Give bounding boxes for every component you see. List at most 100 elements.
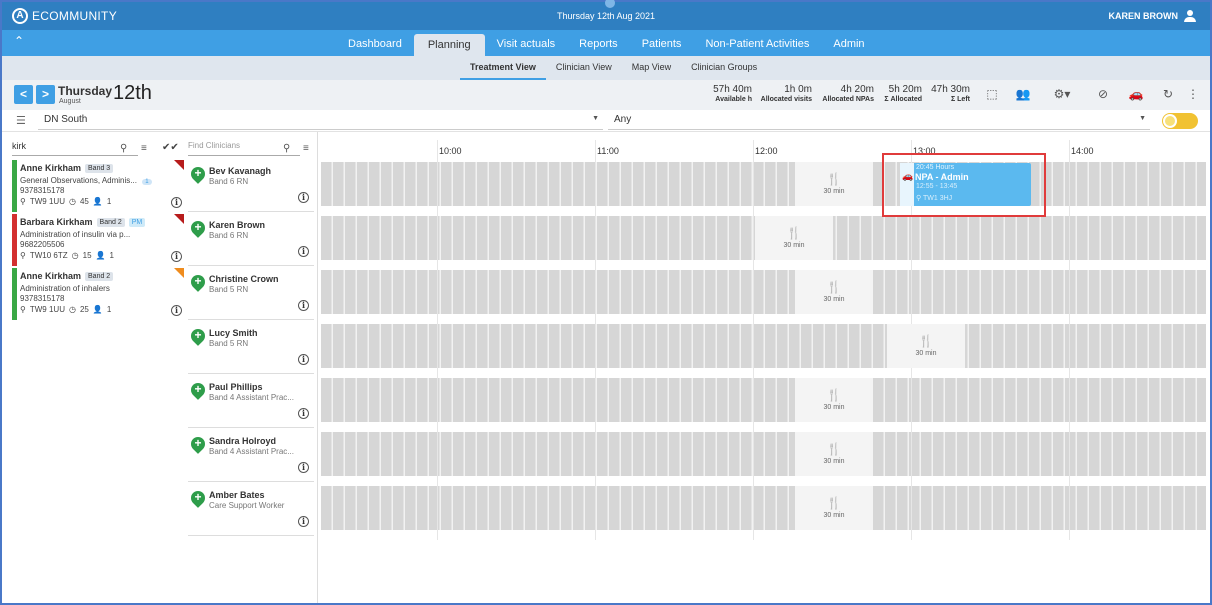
hour-gridline	[1069, 140, 1070, 540]
lunch-break[interactable]: 🍴 30 min	[795, 270, 873, 314]
cutlery-icon: 🍴	[826, 442, 842, 456]
clinician-row[interactable]: + Lucy Smith Band 5 RN i	[188, 320, 314, 374]
break-duration: 30 min	[823, 188, 845, 195]
user-name: KAREN BROWN	[1108, 11, 1179, 21]
patient-name: Anne Kirkham	[20, 271, 82, 281]
tab-dashboard[interactable]: Dashboard	[336, 30, 414, 56]
chevron-down-icon: ▼	[1139, 115, 1146, 122]
tab-patients[interactable]: Patients	[630, 30, 694, 56]
subtab-treatment-view[interactable]: Treatment View	[460, 56, 546, 80]
people-icon[interactable]: 👥	[1015, 86, 1031, 102]
time-label: 14:00	[1071, 146, 1094, 156]
hide-visibility-icon[interactable]: ⊘	[1095, 86, 1111, 102]
info-icon[interactable]: i	[298, 516, 309, 527]
patient-treatment: Administration of inhalers	[20, 284, 110, 293]
schedule-lane[interactable]	[321, 486, 1206, 530]
lunch-break[interactable]: 🍴 30 min	[795, 378, 873, 422]
clinician-name: Sandra Holroyd	[209, 436, 277, 446]
schedule-lane[interactable]	[321, 270, 1206, 314]
sort-icon[interactable]: ≡	[141, 143, 147, 154]
filter-bar: ☰ DN South ▼ Any ▼	[2, 110, 1210, 132]
lunch-break[interactable]: 🍴 30 min	[795, 486, 873, 530]
collapse-icon[interactable]: ⌃	[14, 34, 24, 48]
search-icon[interactable]: ⚲	[120, 143, 127, 154]
select-all-icon[interactable]: ✔✔	[162, 142, 179, 153]
area-select[interactable]: DN South ▼	[38, 112, 603, 130]
info-icon[interactable]: i	[298, 408, 309, 419]
info-icon[interactable]: i	[298, 192, 309, 203]
sort-icon[interactable]: ≡	[303, 143, 309, 154]
stat-total-left: 47h 30m Σ Left	[931, 84, 970, 103]
patient-treatment: Administration of insulin via p...	[20, 230, 131, 239]
person-icon: 👤	[95, 251, 106, 260]
cutlery-icon: 🍴	[918, 334, 934, 348]
schedule-lane[interactable]	[321, 162, 1206, 206]
secondary-select[interactable]: Any ▼	[608, 112, 1150, 130]
nhs-number: 9378315178	[20, 186, 65, 195]
info-icon[interactable]: i	[171, 197, 182, 208]
cutlery-icon: 🍴	[826, 496, 842, 510]
more-options-icon[interactable]: ⋮	[1185, 86, 1201, 102]
car-icon[interactable]: 🚗	[1128, 86, 1144, 102]
info-icon[interactable]: i	[171, 251, 182, 262]
clock-icon: ◷	[68, 197, 76, 206]
patient-card[interactable]: Anne Kirkham Band 3 General Observations…	[12, 160, 184, 212]
patient-name: Barbara Kirkham	[20, 217, 93, 227]
clinician-row[interactable]: + Bev Kavanagh Band 6 RN i	[188, 158, 314, 212]
user-menu[interactable]: KAREN BROWN	[1108, 10, 1196, 22]
subtab-clinician-view[interactable]: Clinician View	[546, 56, 622, 80]
info-icon[interactable]: i	[298, 354, 309, 365]
tab-visit-actuals[interactable]: Visit actuals	[485, 30, 568, 56]
info-icon[interactable]: i	[298, 300, 309, 311]
clinician-row[interactable]: + Karen Brown Band 6 RN i	[188, 212, 314, 266]
info-icon[interactable]: i	[298, 246, 309, 257]
schedule-lane[interactable]	[321, 432, 1206, 476]
settings-dropdown-icon[interactable]: ⚙▾	[1048, 86, 1076, 102]
lunch-break[interactable]: 🍴 30 min	[887, 324, 965, 368]
clinician-name: Paul Phillips	[209, 382, 263, 392]
tab-admin[interactable]: Admin	[821, 30, 876, 56]
lunch-break[interactable]: 🍴 30 min	[795, 432, 873, 476]
area-select-value: DN South	[44, 114, 88, 125]
duration: 15	[82, 251, 92, 260]
info-icon[interactable]: i	[298, 462, 309, 473]
column-divider	[317, 132, 318, 603]
info-icon[interactable]: i	[171, 305, 182, 316]
schedule-lane[interactable]	[321, 378, 1206, 422]
priority-flag-icon	[174, 268, 184, 278]
patient-card[interactable]: Anne Kirkham Band 2 Administration of in…	[12, 268, 184, 320]
subtab-clinician-groups[interactable]: Clinician Groups	[681, 56, 767, 80]
search-icon[interactable]: ⚲	[283, 143, 290, 154]
clinician-row[interactable]: + Sandra Holroyd Band 4 Assistant Prac..…	[188, 428, 314, 482]
day-name: Thursday	[58, 84, 113, 98]
tab-planning[interactable]: Planning	[413, 34, 485, 56]
subtab-map-view[interactable]: Map View	[622, 56, 681, 80]
highlight-box	[882, 153, 1046, 217]
next-day-button[interactable]: >	[36, 85, 55, 104]
lunch-break[interactable]: 🍴 30 min	[795, 162, 873, 206]
priority-flag-icon	[174, 214, 184, 224]
clinician-name: Christine Crown	[209, 274, 279, 284]
duration: 45	[79, 197, 89, 206]
pm-badge: PM	[128, 217, 146, 227]
top-handle-icon[interactable]	[605, 0, 615, 8]
select-area-icon[interactable]: ⬚	[984, 86, 1000, 102]
patient-card[interactable]: Barbara Kirkham Band 2 PM Administration…	[12, 214, 184, 266]
lunch-break[interactable]: 🍴 30 min	[755, 216, 833, 260]
clinician-row[interactable]: + Amber Bates Care Support Worker i	[188, 482, 314, 536]
refresh-icon[interactable]: ↻	[1160, 86, 1176, 102]
tab-non-patient-activities[interactable]: Non-Patient Activities	[693, 30, 821, 56]
clinician-row[interactable]: + Christine Crown Band 5 RN i	[188, 266, 314, 320]
schedule-lane[interactable]	[321, 324, 1206, 368]
tab-reports[interactable]: Reports	[567, 30, 630, 56]
break-duration: 30 min	[823, 512, 845, 519]
day-mode-toggle[interactable]	[1162, 113, 1198, 129]
prev-day-button[interactable]: <	[14, 85, 33, 104]
clinician-name: Amber Bates	[209, 490, 265, 500]
current-date: Thursday 12th Aug 2021	[556, 11, 656, 21]
filter-icon[interactable]: ☰	[16, 114, 26, 127]
location-pin-icon: ⚲	[20, 251, 26, 260]
clinician-row[interactable]: + Paul Phillips Band 4 Assistant Prac...…	[188, 374, 314, 428]
break-duration: 30 min	[823, 458, 845, 465]
stat-allocated-visits: 1h 0m Allocated visits	[760, 84, 812, 103]
